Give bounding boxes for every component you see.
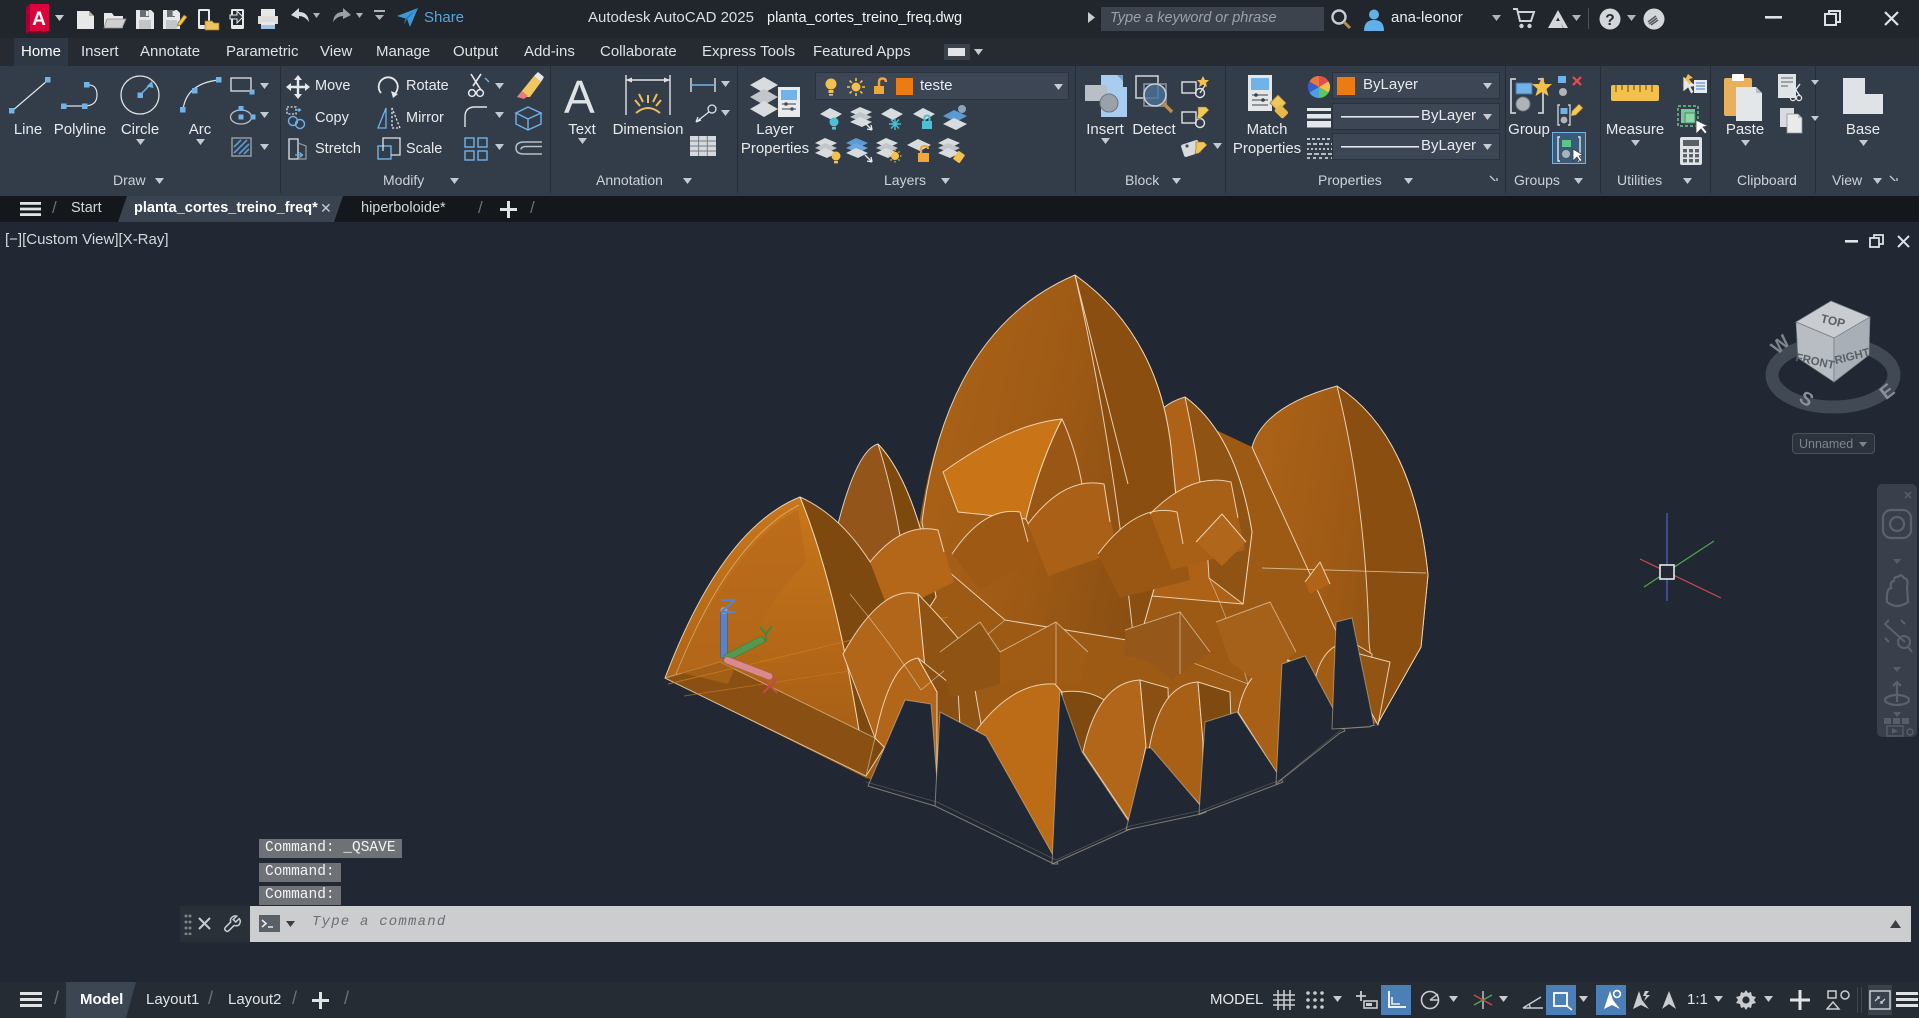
svg-text:A: A bbox=[32, 9, 46, 30]
svg-text:?: ? bbox=[1605, 12, 1614, 29]
